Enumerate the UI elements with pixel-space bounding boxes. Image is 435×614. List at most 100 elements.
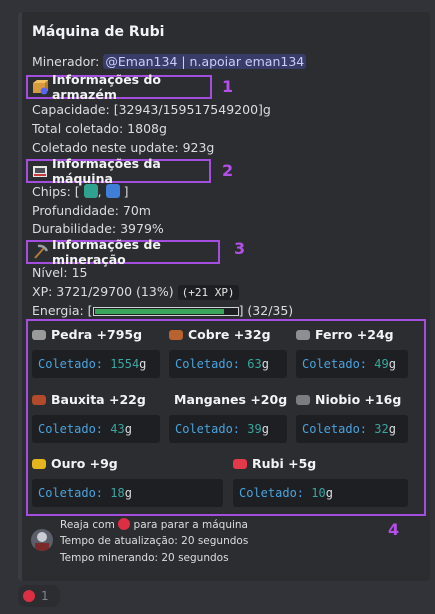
collected-value: 43: [110, 422, 125, 436]
ore-name-text: Cobre +32g: [188, 327, 271, 342]
reaction-count: 1: [41, 589, 49, 603]
collected-unit: g: [139, 357, 147, 371]
collected-unit: g: [124, 486, 132, 500]
chip-green-icon: [83, 184, 98, 198]
ore-collected-block: Coletado: 1554g: [32, 350, 160, 378]
ore-collected-block: Coletado: 63g: [169, 350, 287, 378]
storage-section-header: Informações do armazém: [26, 72, 212, 102]
ore-name-text: Manganes +20g: [174, 392, 288, 407]
ore-name: Cobre +32g: [169, 327, 287, 342]
pickaxe-icon: [32, 244, 49, 260]
xp-gain-badge: (+21 XP): [177, 285, 239, 300]
footer-mining-time: Tempo minerando: 20 segundos: [60, 552, 229, 564]
ore-name: Bauxita +22g: [32, 392, 160, 407]
capacity-text: Capacidade: [32943/159517549200]g: [32, 102, 271, 117]
ore-collected-block: Coletado: 49g: [296, 350, 408, 378]
collected-label: Coletado:: [38, 357, 104, 371]
collected-value: 63: [247, 357, 262, 371]
annotation-number-2: 2: [222, 161, 234, 180]
ore-name-text: Niobio +16g: [315, 392, 402, 407]
collected-unit: g: [388, 357, 396, 371]
ore-name: Ferro +24g: [296, 327, 408, 342]
avatar[interactable]: [31, 529, 53, 551]
ore-collected-block: Coletado: 32g: [296, 415, 408, 443]
ore-name: Rubi +5g: [233, 456, 408, 471]
collected-value: 49: [374, 357, 389, 371]
total-collected-text: Total coletado: 1808g: [32, 121, 167, 136]
collected-value: 32: [374, 422, 389, 436]
ore-card: Ouro +9g Coletado: 18g: [32, 456, 223, 507]
red-circle-icon: [118, 518, 131, 530]
energy-label: Energia: [: [32, 303, 93, 318]
collected-value: 39: [247, 422, 262, 436]
annotation-number-3: 3: [234, 239, 246, 258]
ore-collected-block: Coletado: 43g: [32, 415, 160, 443]
ore-name: Manganes +20g: [169, 392, 287, 407]
ore-icon: [32, 394, 46, 405]
collected-value: 1554: [110, 357, 140, 371]
chip-blue-icon: [105, 184, 120, 198]
ore-card: Cobre +32g Coletado: 63g: [169, 327, 287, 378]
miner-label: Minerador:: [32, 54, 100, 69]
ore-icon: [296, 394, 310, 405]
machine-section-header: Informações da máquina: [26, 156, 211, 186]
mining-section-header: Informações de mineração: [26, 237, 220, 267]
collected-value: 10: [311, 486, 326, 500]
ore-icon: [169, 329, 183, 340]
durability-text: Durabilidade: 3979%: [32, 221, 164, 236]
energy-line: Energia: [] (32/35): [32, 301, 293, 320]
ore-name-text: Ouro +9g: [51, 456, 118, 471]
collected-label: Coletado:: [38, 486, 104, 500]
chips-separator: ,: [97, 184, 102, 199]
ore-collected-block: Coletado: 39g: [169, 415, 287, 443]
collected-label: Coletado:: [38, 422, 104, 436]
collected-unit: g: [124, 422, 132, 436]
level-text: Nível: 15: [32, 265, 88, 280]
collected-unit: g: [261, 357, 269, 371]
embed-title: Máquina de Rubi: [32, 24, 165, 40]
footer-react-line: Reaja com para parar a máquina: [60, 518, 248, 531]
chips-line: Chips: [ , ]: [32, 182, 128, 201]
machine-icon: [32, 163, 48, 179]
annotation-number-4: 4: [388, 520, 400, 539]
ore-name: Ouro +9g: [32, 456, 223, 471]
footer-react-post: para parar a máquina: [133, 519, 248, 531]
ore-icon: [233, 458, 247, 469]
ore-name-text: Pedra +795g: [51, 327, 143, 342]
footer-react-pre: Reaja com: [60, 519, 115, 531]
footer-update-time: Tempo de atualização: 20 segundos: [60, 535, 249, 547]
energy-bar-fill: [94, 309, 225, 314]
xp-text: XP: 3721/29700 (13%): [32, 284, 174, 299]
chips-prefix: Chips: [: [32, 184, 80, 199]
collected-label: Coletado:: [302, 357, 368, 371]
ore-card: Bauxita +22g Coletado: 43g: [32, 392, 160, 443]
ore-name-text: Rubi +5g: [252, 456, 317, 471]
ore-name: Niobio +16g: [296, 392, 408, 407]
ore-icon: [32, 329, 46, 340]
ore-card: Rubi +5g Coletado: 10g: [233, 456, 408, 507]
ore-card: Niobio +16g Coletado: 32g: [296, 392, 408, 443]
collected-label: Coletado:: [175, 422, 241, 436]
ore-name-text: Ferro +24g: [315, 327, 394, 342]
collected-label: Coletado:: [302, 422, 368, 436]
storage-header-text: Informações do armazém: [52, 72, 162, 102]
collected-unit: g: [325, 486, 333, 500]
ore-card: Pedra +795g Coletado: 1554g: [32, 327, 160, 378]
xp-line: XP: 3721/29700 (13%) (+21 XP): [32, 282, 239, 302]
ore-icon: [32, 458, 46, 469]
update-collected-text: Coletado neste update: 923g: [32, 140, 215, 155]
energy-bar: [92, 307, 239, 316]
ore-card: Ferro +24g Coletado: 49g: [296, 327, 408, 378]
stop-reaction-button[interactable]: 1: [18, 585, 60, 607]
ore-name: Pedra +795g: [32, 327, 160, 342]
miner-line: Minerador: @Eman134 | n.apoiar eman134: [32, 52, 307, 71]
red-circle-icon: [23, 590, 35, 602]
collected-unit: g: [388, 422, 396, 436]
miner-mention[interactable]: @Eman134 | n.apoiar eman134: [103, 54, 307, 69]
collected-value: 18: [110, 486, 125, 500]
ore-card: Manganes +20g Coletado: 39g: [169, 392, 287, 443]
collected-label: Coletado:: [175, 357, 241, 371]
annotation-number-1: 1: [222, 77, 234, 96]
package-icon: [32, 79, 49, 95]
depth-text: Profundidade: 70m: [32, 203, 151, 218]
